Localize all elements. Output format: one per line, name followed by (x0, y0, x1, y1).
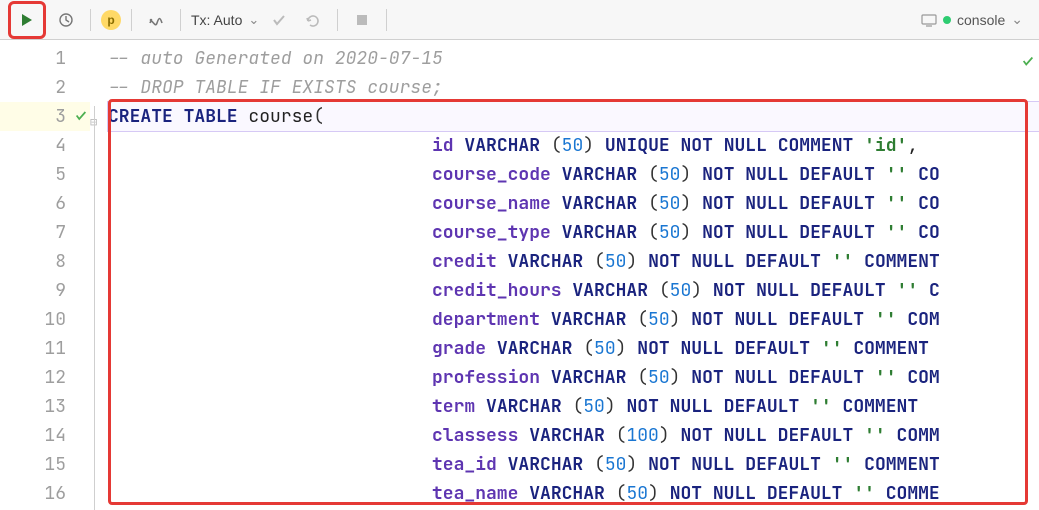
fold-guide (94, 106, 102, 510)
gutter-line: 3 (0, 102, 90, 131)
code-line: course_type VARCHAR (50) NOT NULL DEFAUL… (108, 218, 1039, 247)
gutter-line: 10 (0, 305, 90, 334)
code-area[interactable]: ⊟ -- auto Generated on 2020-07-15 -- DRO… (90, 40, 1039, 510)
gutter-line: 13 (0, 392, 90, 421)
rollback-button[interactable] (299, 6, 327, 34)
code-line: profession VARCHAR (50) NOT NULL DEFAULT… (108, 363, 1039, 392)
code-line: tea_name VARCHAR (50) NOT NULL DEFAULT '… (108, 479, 1039, 508)
code-line: department VARCHAR (50) NOT NULL DEFAULT… (108, 305, 1039, 334)
run-button[interactable] (13, 6, 41, 34)
stop-button[interactable] (348, 6, 376, 34)
code-line: CREATE TABLE course( (108, 102, 1039, 131)
toolbar: p Tx: Auto ⌄ console ⌄ (0, 0, 1039, 40)
history-button[interactable] (52, 6, 80, 34)
schema-badge[interactable]: p (101, 10, 121, 30)
gutter-line: 14 (0, 421, 90, 450)
gutter-line: 7 (0, 218, 90, 247)
separator (131, 9, 132, 31)
gutter-line: 5 (0, 160, 90, 189)
output-target-dropdown[interactable]: console ⌄ (921, 11, 1031, 28)
settings-button[interactable] (142, 6, 170, 34)
gutter: 12345678910111213141516 (0, 40, 90, 510)
code-line: -- DROP TABLE IF EXISTS course; (108, 73, 1039, 102)
status-dot (943, 16, 951, 24)
code-line: classess VARCHAR (100) NOT NULL DEFAULT … (108, 421, 1039, 450)
editor[interactable]: 12345678910111213141516 ⊟ -- auto Genera… (0, 40, 1039, 510)
chevron-down-icon: ⌄ (248, 12, 259, 28)
gutter-line: 4 (0, 131, 90, 160)
code-line: credit VARCHAR (50) NOT NULL DEFAULT '' … (108, 247, 1039, 276)
code-line: course_code VARCHAR (50) NOT NULL DEFAUL… (108, 160, 1039, 189)
gutter-line: 16 (0, 479, 90, 508)
separator (337, 9, 338, 31)
separator (386, 9, 387, 31)
gutter-line: 9 (0, 276, 90, 305)
inspection-check-icon (1021, 48, 1035, 77)
gutter-line: 1 (0, 44, 90, 73)
gutter-line: 2 (0, 73, 90, 102)
code-line: -- auto Generated on 2020-07-15 (108, 44, 1039, 73)
separator (180, 9, 181, 31)
gutter-line: 6 (0, 189, 90, 218)
separator (90, 9, 91, 31)
code-line: course_name VARCHAR (50) NOT NULL DEFAUL… (108, 189, 1039, 218)
code-line: credit_hours VARCHAR (50) NOT NULL DEFAU… (108, 276, 1039, 305)
check-icon (74, 102, 88, 131)
code-line: tea_id VARCHAR (50) NOT NULL DEFAULT '' … (108, 450, 1039, 479)
code-line: id VARCHAR (50) UNIQUE NOT NULL COMMENT … (108, 131, 1039, 160)
tx-mode-dropdown[interactable]: Tx: Auto ⌄ (191, 12, 259, 28)
tx-label: Tx: Auto (191, 12, 242, 28)
code-line: grade VARCHAR (50) NOT NULL DEFAULT '' C… (108, 334, 1039, 363)
commit-button[interactable] (265, 6, 293, 34)
gutter-line: 12 (0, 363, 90, 392)
gutter-line: 8 (0, 247, 90, 276)
code-line: term VARCHAR (50) NOT NULL DEFAULT '' CO… (108, 392, 1039, 421)
chevron-down-icon: ⌄ (1011, 11, 1023, 28)
gutter-line: 15 (0, 450, 90, 479)
gutter-line: 11 (0, 334, 90, 363)
console-label: console (957, 12, 1005, 28)
